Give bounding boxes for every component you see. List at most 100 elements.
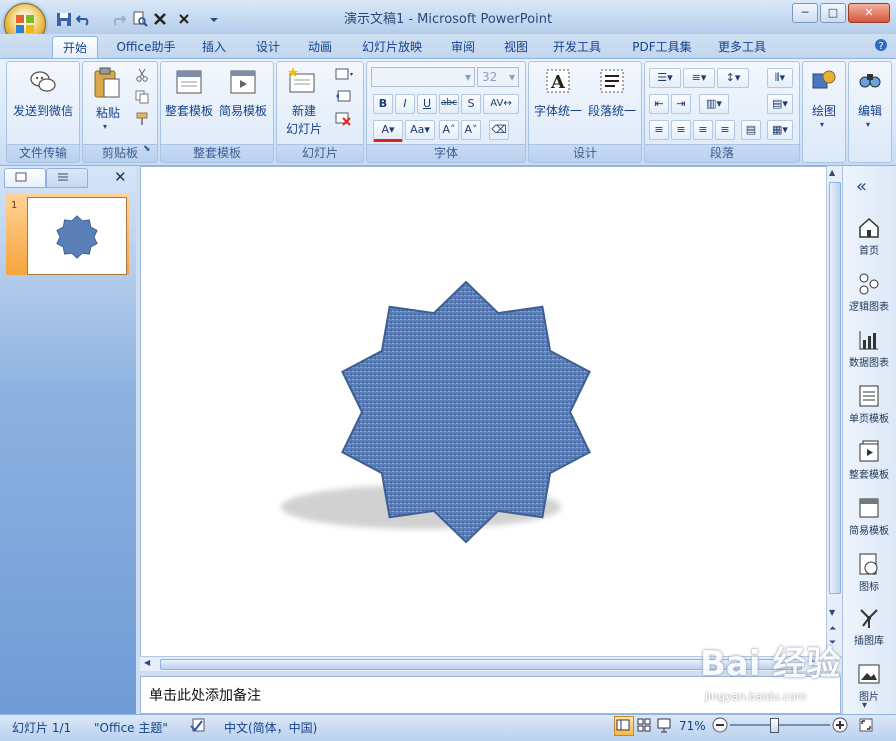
font-color-button[interactable]: A▾ — [373, 120, 403, 142]
spell-check-icon[interactable] — [190, 717, 208, 733]
normal-view-button[interactable] — [614, 716, 634, 736]
redo-icon[interactable] — [110, 9, 126, 29]
justify-button[interactable]: ≡ — [715, 120, 735, 140]
zoom-out-icon[interactable] — [712, 717, 728, 733]
smartart-convert-button[interactable]: ▦▾ — [767, 120, 793, 140]
panel-scroll-down-icon[interactable]: ▾ — [862, 700, 867, 711]
scroll-down-icon[interactable]: ▼ — [829, 608, 835, 617]
minimize-button[interactable]: ─ — [792, 3, 818, 23]
panel-item-logic-chart[interactable]: 逻辑图表 — [842, 272, 896, 313]
simple-template-button[interactable]: 简易模板 — [217, 102, 269, 119]
numbering-button[interactable]: ≡▾ — [683, 68, 715, 88]
scroll-up-icon[interactable]: ▲ — [829, 168, 835, 177]
change-case-button[interactable]: Aa▾ — [405, 120, 435, 140]
zoom-in-icon[interactable] — [832, 717, 848, 733]
reset-slide-icon[interactable] — [335, 90, 351, 104]
paste-dropdown-icon[interactable]: ▾ — [103, 122, 107, 131]
tab-0[interactable]: 开始 — [52, 36, 98, 59]
panel-item-data-chart[interactable]: 数据图表 — [842, 328, 896, 369]
slideshow-view-icon[interactable] — [656, 717, 672, 733]
font-unify-button[interactable]: 字体统一 — [531, 102, 585, 119]
increase-indent-button[interactable]: ⇥ — [671, 94, 691, 114]
outline-tab[interactable] — [46, 168, 88, 188]
tab-1[interactable]: Office助手 — [108, 36, 184, 58]
bullets-button[interactable]: ☰▾ — [649, 68, 681, 88]
tab-9[interactable]: PDF工具集 — [622, 36, 702, 58]
zoom-slider-thumb[interactable] — [770, 718, 779, 733]
drawing-dropdown-icon[interactable]: ▾ — [820, 120, 824, 129]
bold-button[interactable]: B — [373, 94, 393, 114]
italic-button[interactable]: I — [395, 94, 415, 114]
char-spacing-button[interactable]: AV↔ — [483, 94, 519, 114]
format-painter-icon[interactable] — [135, 112, 149, 126]
zoom-slider-track[interactable] — [730, 724, 830, 726]
slides-tab[interactable] — [4, 168, 46, 188]
new-slide-button[interactable]: 新建 — [279, 102, 329, 119]
customize-qat-icon[interactable] — [206, 9, 222, 29]
panel-item-illustration-library[interactable]: 插图库 — [842, 606, 896, 647]
vertical-scroll-thumb[interactable] — [829, 182, 841, 594]
tab-7[interactable]: 视图 — [494, 36, 538, 58]
clear-format-icon[interactable]: ⌫ — [489, 120, 509, 140]
panel-item-home[interactable]: 首页 — [842, 216, 896, 257]
print-preview-icon[interactable] — [132, 9, 148, 29]
delete-slide-icon[interactable] — [335, 112, 351, 126]
maximize-button[interactable]: □ — [820, 3, 846, 23]
vertical-scrollbar[interactable]: ▲ ▼ ⏶ ⏷ — [826, 166, 842, 656]
line-spacing-button[interactable]: ↕▾ — [717, 68, 749, 88]
tab-5[interactable]: 幻灯片放映 — [352, 36, 432, 58]
text-direction-button[interactable]: ⫴▾ — [767, 68, 793, 88]
language-indicator[interactable]: 中文(简体，中国) — [224, 719, 317, 736]
tab-6[interactable]: 审阅 — [440, 36, 486, 58]
tab-2[interactable]: 插入 — [194, 36, 234, 58]
shrink-font-button[interactable]: A˅ — [461, 120, 481, 140]
strikethrough-button[interactable]: abc — [439, 94, 459, 114]
save-icon[interactable] — [56, 9, 72, 29]
close-file-icon[interactable] — [176, 9, 192, 29]
distributed-button[interactable]: ▤ — [741, 120, 761, 140]
slide-canvas[interactable] — [140, 166, 828, 658]
shadow-button[interactable]: S — [461, 94, 481, 114]
close-pane-icon[interactable]: ✕ — [114, 168, 127, 186]
align-right-button[interactable]: ≡ — [693, 120, 713, 140]
collapse-panel-icon[interactable]: « — [856, 176, 867, 197]
previous-slide-icon[interactable]: ⏶ — [829, 624, 836, 634]
fit-to-window-icon[interactable] — [858, 717, 874, 733]
help-icon[interactable]: ? — [874, 38, 888, 52]
font-name-combo[interactable]: ▾ — [371, 67, 475, 87]
tab-8[interactable]: 开发工具 — [546, 36, 608, 58]
grow-font-button[interactable]: A˄ — [439, 120, 459, 140]
tab-10[interactable]: 更多工具 — [710, 36, 774, 58]
slide-thumbnail[interactable] — [27, 197, 127, 275]
editing-dropdown-icon[interactable]: ▾ — [866, 120, 870, 129]
close-button[interactable]: ✕ — [848, 3, 890, 23]
dialog-launcher-icon[interactable]: ⬊ — [143, 144, 151, 154]
send-to-wechat-button[interactable]: 发送到微信 — [7, 102, 79, 119]
copy-icon[interactable] — [135, 90, 149, 104]
underline-button[interactable]: U — [417, 94, 437, 114]
theme-name[interactable]: "Office 主题" — [94, 719, 168, 736]
new-slide-button-line2[interactable]: 幻灯片 — [279, 120, 329, 137]
panel-item-full-template[interactable]: 整套模板 — [842, 440, 896, 481]
panel-item-simple-template[interactable]: 简易模板 — [842, 496, 896, 537]
paragraph-unify-button[interactable]: 段落统一 — [585, 102, 639, 119]
tab-3[interactable]: 设计 — [246, 36, 290, 58]
cut-icon[interactable] — [135, 68, 149, 82]
paste-button[interactable]: 粘贴 — [85, 104, 131, 121]
panel-item-single-page-template[interactable]: 单页模板 — [842, 384, 896, 425]
zoom-level[interactable]: 71% — [679, 719, 706, 733]
font-size-combo[interactable]: 32 ▾ — [477, 67, 519, 87]
layout-icon[interactable] — [335, 68, 355, 82]
align-left-button[interactable]: ≡ — [649, 120, 669, 140]
delete-icon[interactable] — [152, 9, 168, 29]
full-template-button[interactable]: 整套模板 — [163, 102, 215, 119]
panel-item-icon[interactable]: 图标 — [842, 552, 896, 593]
slide-sorter-view-icon[interactable] — [636, 717, 652, 733]
undo-icon[interactable] — [76, 9, 92, 29]
align-center-button[interactable]: ≡ — [671, 120, 691, 140]
editing-button[interactable]: 编辑 — [849, 102, 891, 119]
panel-item-picture[interactable]: 图片 — [842, 662, 896, 702]
columns-button[interactable]: ▥▾ — [699, 94, 729, 114]
decrease-indent-button[interactable]: ⇤ — [649, 94, 669, 114]
scroll-left-icon[interactable]: ◀ — [144, 658, 150, 667]
